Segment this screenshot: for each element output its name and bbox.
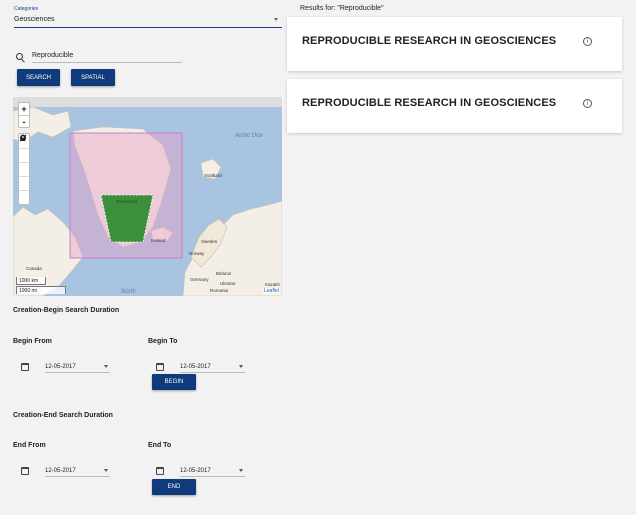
map-attribution-link[interactable]: Leaflet — [262, 288, 280, 294]
calendar-icon[interactable] — [156, 467, 164, 475]
chevron-down-icon — [239, 365, 243, 368]
chevron-down-icon — [274, 18, 278, 21]
zoom-out-button[interactable]: - — [19, 115, 29, 127]
begin-to-label: Begin To — [148, 338, 178, 345]
end-to-date-picker[interactable]: 12-05-2017 — [156, 466, 246, 478]
draw-rectangle-icon[interactable] — [19, 135, 29, 176]
categories-select[interactable]: Geosciences — [14, 14, 282, 28]
begin-to-date-value: 12-05-2017 — [180, 364, 211, 370]
info-icon[interactable]: i — [583, 37, 592, 46]
search-button[interactable]: SEARCH — [17, 69, 60, 86]
label-belarus: Belarus — [216, 271, 232, 276]
zoom-control: + - — [18, 102, 30, 128]
label-greenland: Greenland — [116, 199, 138, 204]
info-icon[interactable]: i — [583, 99, 592, 108]
begin-from-label: Begin From — [13, 338, 52, 345]
chevron-down-icon — [104, 469, 108, 472]
calendar-icon[interactable] — [156, 363, 164, 371]
result-card[interactable]: REPRODUCIBLE RESEARCH IN GEOSCIENCES i — [287, 79, 622, 133]
calendar-icon[interactable] — [21, 467, 29, 475]
categories-label: Categories — [14, 6, 39, 12]
begin-to-date-field[interactable]: 12-05-2017 — [180, 362, 245, 373]
end-to-label: End To — [148, 442, 172, 449]
categories-value: Geosciences — [14, 16, 55, 23]
chevron-down-icon — [104, 365, 108, 368]
calendar-icon[interactable] — [21, 363, 29, 371]
draw-polygon-icon[interactable] — [19, 135, 29, 162]
end-from-date-value: 12-05-2017 — [45, 468, 76, 474]
map[interactable]: Arctic Oce Svalbard Greenland Iceland Sw… — [13, 97, 282, 296]
draw-circle-icon[interactable] — [19, 135, 29, 190]
begin-from-date-picker[interactable]: 12-05-2017 — [21, 362, 111, 374]
label-kazakh: Kazakh — [265, 282, 281, 287]
label-norway: Norway — [189, 251, 205, 256]
begin-to-date-picker[interactable]: 12-05-2017 — [156, 362, 246, 374]
label-north: North — [121, 289, 136, 295]
label-svalbard: Svalbard — [204, 173, 222, 178]
label-canada: Canada — [26, 266, 42, 271]
draw-marker-icon[interactable] — [19, 134, 29, 204]
search-row: Reproducible — [14, 50, 182, 64]
search-input[interactable]: Reproducible — [32, 50, 182, 63]
end-to-date-field[interactable]: 12-05-2017 — [180, 466, 245, 477]
label-arctic-ocean: Arctic Oce — [234, 133, 263, 139]
label-romania: Romania — [210, 288, 229, 293]
search-icon — [16, 53, 23, 60]
end-to-date-value: 12-05-2017 — [180, 468, 211, 474]
end-from-date-field[interactable]: 12-05-2017 — [45, 466, 110, 477]
spatial-button[interactable]: SPATIAL — [71, 69, 115, 86]
end-button[interactable]: END — [152, 479, 196, 495]
chevron-down-icon — [239, 469, 243, 472]
zoom-in-button[interactable]: + — [19, 103, 29, 115]
results-label: Results for: "Reproducible" — [300, 5, 384, 12]
scale-km: 1000 km — [16, 277, 46, 285]
result-card[interactable]: REPRODUCIBLE RESEARCH IN GEOSCIENCES i — [287, 17, 622, 71]
map-canvas: Arctic Oce Svalbard Greenland Iceland Sw… — [13, 106, 282, 296]
creation-end-title: Creation-End Search Duration — [13, 412, 113, 419]
result-title[interactable]: REPRODUCIBLE RESEARCH IN GEOSCIENCES — [302, 97, 556, 109]
begin-from-date-field[interactable]: 12-05-2017 — [45, 362, 110, 373]
begin-button[interactable]: BEGIN — [152, 374, 196, 390]
creation-begin-title: Creation-Begin Search Duration — [13, 307, 120, 314]
draw-toolbar — [18, 133, 30, 205]
begin-from-date-value: 12-05-2017 — [45, 364, 76, 370]
label-ukraine: Ukraine — [220, 281, 236, 286]
end-from-date-picker[interactable]: 12-05-2017 — [21, 466, 111, 478]
result-title[interactable]: REPRODUCIBLE RESEARCH IN GEOSCIENCES — [302, 35, 556, 47]
label-sweden: Sweden — [201, 239, 218, 244]
label-iceland: Iceland — [151, 238, 166, 243]
label-germany: Germany — [190, 277, 209, 282]
scale-mi: 1000 mi — [16, 286, 66, 294]
end-from-label: End From — [13, 442, 46, 449]
